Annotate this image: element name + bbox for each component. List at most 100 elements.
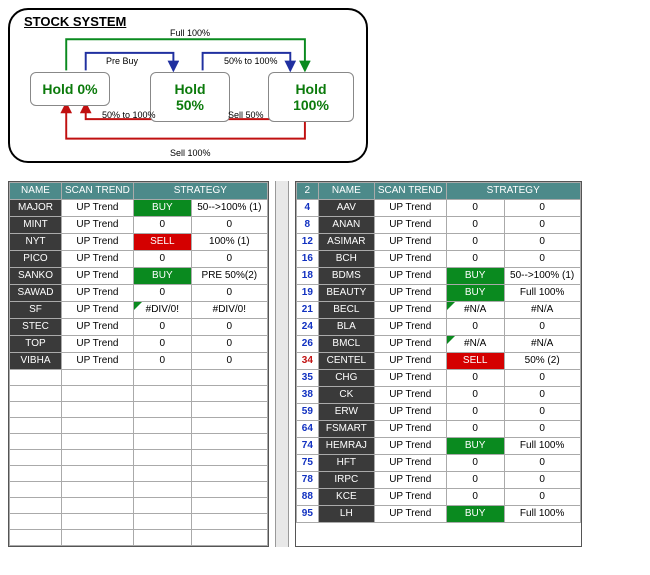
name-cell[interactable]: STEC: [10, 319, 62, 336]
strategy-cell[interactable]: 50-->100% (1): [504, 268, 580, 285]
row-id-cell[interactable]: 64: [296, 421, 318, 438]
strategy-cell[interactable]: 50% (2): [504, 353, 580, 370]
name-cell[interactable]: KCE: [318, 489, 374, 506]
name-cell[interactable]: MAJOR: [10, 200, 62, 217]
signal-cell[interactable]: 0: [133, 251, 191, 268]
name-cell[interactable]: BDMS: [318, 268, 374, 285]
table-row-empty[interactable]: [10, 466, 268, 482]
row-id-cell[interactable]: 34: [296, 353, 318, 370]
strategy-cell[interactable]: 0: [504, 370, 580, 387]
table-row-empty[interactable]: [10, 498, 268, 514]
signal-cell[interactable]: #N/A: [446, 302, 504, 319]
signal-cell[interactable]: 0: [446, 387, 504, 404]
left-hdr-name[interactable]: NAME: [10, 183, 62, 200]
strategy-cell[interactable]: 50-->100% (1): [191, 200, 267, 217]
table-row[interactable]: 95LHUP TrendBUYFull 100%: [296, 506, 580, 523]
row-id-cell[interactable]: 8: [296, 217, 318, 234]
table-row[interactable]: 8ANANUP Trend00: [296, 217, 580, 234]
name-cell[interactable]: SF: [10, 302, 62, 319]
strategy-cell[interactable]: 0: [504, 404, 580, 421]
trend-cell[interactable]: UP Trend: [374, 455, 446, 472]
trend-cell[interactable]: UP Trend: [374, 251, 446, 268]
name-cell[interactable]: BMCL: [318, 336, 374, 353]
name-cell[interactable]: SAWAD: [10, 285, 62, 302]
table-row[interactable]: SANKOUP TrendBUYPRE 50%(2): [10, 268, 268, 285]
table-row[interactable]: MAJORUP TrendBUY50-->100% (1): [10, 200, 268, 217]
table-row-empty[interactable]: [10, 434, 268, 450]
table-row[interactable]: 78IRPCUP Trend00: [296, 472, 580, 489]
trend-cell[interactable]: UP Trend: [374, 370, 446, 387]
signal-cell[interactable]: 0: [446, 234, 504, 251]
table-row[interactable]: 16BCHUP Trend00: [296, 251, 580, 268]
table-row[interactable]: SAWADUP Trend00: [10, 285, 268, 302]
row-id-cell[interactable]: 24: [296, 319, 318, 336]
trend-cell[interactable]: UP Trend: [374, 506, 446, 523]
trend-cell[interactable]: UP Trend: [374, 234, 446, 251]
table-row[interactable]: 19BEAUTYUP TrendBUYFull 100%: [296, 285, 580, 302]
table-row[interactable]: 26BMCLUP Trend#N/A#N/A: [296, 336, 580, 353]
signal-cell[interactable]: BUY: [446, 285, 504, 302]
name-cell[interactable]: CK: [318, 387, 374, 404]
signal-cell[interactable]: 0: [133, 285, 191, 302]
strategy-cell[interactable]: 0: [191, 217, 267, 234]
row-id-cell[interactable]: 26: [296, 336, 318, 353]
strategy-cell[interactable]: 0: [504, 421, 580, 438]
trend-cell[interactable]: UP Trend: [374, 268, 446, 285]
signal-cell[interactable]: SELL: [446, 353, 504, 370]
trend-cell[interactable]: UP Trend: [62, 268, 134, 285]
table-row[interactable]: 4AAVUP Trend00: [296, 200, 580, 217]
signal-cell[interactable]: 0: [446, 421, 504, 438]
table-row-empty[interactable]: [10, 482, 268, 498]
name-cell[interactable]: BEAUTY: [318, 285, 374, 302]
signal-cell[interactable]: 0: [133, 336, 191, 353]
strategy-cell[interactable]: 0: [504, 489, 580, 506]
trend-cell[interactable]: UP Trend: [374, 387, 446, 404]
strategy-cell[interactable]: Full 100%: [504, 438, 580, 455]
row-id-cell[interactable]: 16: [296, 251, 318, 268]
signal-cell[interactable]: 0: [133, 353, 191, 370]
name-cell[interactable]: BECL: [318, 302, 374, 319]
name-cell[interactable]: MINT: [10, 217, 62, 234]
row-id-cell[interactable]: 12: [296, 234, 318, 251]
table-row[interactable]: MINTUP Trend00: [10, 217, 268, 234]
name-cell[interactable]: CHG: [318, 370, 374, 387]
signal-cell[interactable]: BUY: [446, 268, 504, 285]
name-cell[interactable]: SANKO: [10, 268, 62, 285]
signal-cell[interactable]: 0: [446, 319, 504, 336]
left-hdr-trend[interactable]: SCAN TREND: [62, 183, 134, 200]
trend-cell[interactable]: UP Trend: [62, 319, 134, 336]
table-row-empty[interactable]: [10, 418, 268, 434]
table-row[interactable]: VIBHAUP Trend00: [10, 353, 268, 370]
row-id-cell[interactable]: 21: [296, 302, 318, 319]
trend-cell[interactable]: UP Trend: [62, 302, 134, 319]
table-row-empty[interactable]: [10, 530, 268, 546]
trend-cell[interactable]: UP Trend: [62, 200, 134, 217]
trend-cell[interactable]: UP Trend: [374, 336, 446, 353]
signal-cell[interactable]: #N/A: [446, 336, 504, 353]
strategy-cell[interactable]: 0: [191, 285, 267, 302]
row-id-cell[interactable]: 38: [296, 387, 318, 404]
table-row-empty[interactable]: [10, 402, 268, 418]
signal-cell[interactable]: 0: [446, 489, 504, 506]
strategy-cell[interactable]: 0: [504, 217, 580, 234]
name-cell[interactable]: HFT: [318, 455, 374, 472]
trend-cell[interactable]: UP Trend: [374, 200, 446, 217]
name-cell[interactable]: HEMRAJ: [318, 438, 374, 455]
trend-cell[interactable]: UP Trend: [62, 285, 134, 302]
trend-cell[interactable]: UP Trend: [62, 251, 134, 268]
signal-cell[interactable]: 0: [133, 319, 191, 336]
table-row[interactable]: 74HEMRAJUP TrendBUYFull 100%: [296, 438, 580, 455]
row-id-cell[interactable]: 4: [296, 200, 318, 217]
strategy-cell[interactable]: 0: [504, 455, 580, 472]
signal-cell[interactable]: SELL: [133, 234, 191, 251]
row-id-cell[interactable]: 35: [296, 370, 318, 387]
table-row[interactable]: 64FSMARTUP Trend00: [296, 421, 580, 438]
name-cell[interactable]: AAV: [318, 200, 374, 217]
table-row-empty[interactable]: [10, 450, 268, 466]
signal-cell[interactable]: BUY: [133, 200, 191, 217]
right-hdr-num[interactable]: 2: [296, 183, 318, 200]
signal-cell[interactable]: 0: [446, 251, 504, 268]
table-row[interactable]: SFUP Trend#DIV/0!#DIV/0!: [10, 302, 268, 319]
trend-cell[interactable]: UP Trend: [374, 404, 446, 421]
table-row[interactable]: 34CENTELUP TrendSELL50% (2): [296, 353, 580, 370]
